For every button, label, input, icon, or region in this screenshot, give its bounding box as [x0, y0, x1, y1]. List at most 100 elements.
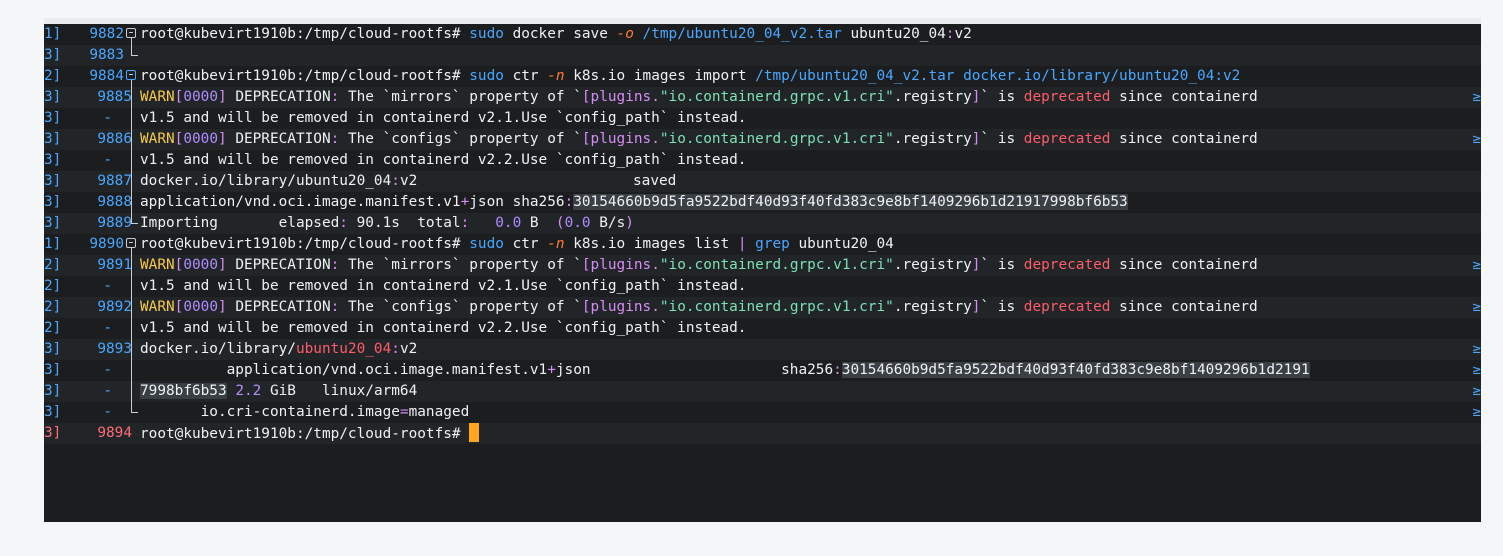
fold-guide — [124, 150, 140, 171]
line-number: - — [103, 404, 112, 420]
wrap-indicator-icon: ≥ — [1472, 131, 1481, 147]
digest-highlight: 30154660b9d5fa9522bdf40d93f40fd383c9e8bf… — [573, 194, 1128, 210]
gutter: 3] - — [44, 381, 140, 402]
terminal-line: 2] 9891 WARN[0000] DEPRECATION: The `mir… — [44, 255, 1481, 276]
gutter: 1] 9882 — [44, 24, 140, 45]
gutter: 3] - — [44, 360, 140, 381]
terminal-line: 2] - v1.5 and will be removed in contain… — [44, 276, 1481, 297]
fold-end-icon — [124, 213, 140, 234]
terminal-line: 3] 9885 WARN[0000] DEPRECATION: The `mir… — [44, 87, 1481, 108]
terminal-line: 1] 9890 root@kubevirt1910b:/tmp/cloud-ro… — [44, 234, 1481, 255]
gutter: 2] 9892 — [44, 297, 140, 318]
buffer-marker: 3] — [44, 215, 62, 231]
terminal-line: 3] 9886 WARN[0000] DEPRECATION: The `con… — [44, 129, 1481, 150]
terminal-line: 3] - application/vnd.oci.image.manifest.… — [44, 360, 1481, 381]
prompt-line[interactable]: root@kubevirt1910b:/tmp/cloud-rootfs# — [140, 423, 480, 445]
terminal-line: 3] 9883 — [44, 45, 1481, 66]
fold-collapse-icon[interactable] — [124, 66, 140, 87]
buffer-marker: 3] — [44, 131, 62, 147]
fold-guide — [124, 192, 140, 213]
wrap-indicator-icon: ≥ — [1472, 299, 1481, 315]
terminal-line: 2] 9892 WARN[0000] DEPRECATION: The `con… — [44, 297, 1481, 318]
warning-continuation: v1.5 and will be removed in containerd v… — [140, 320, 747, 336]
buffer-marker: 2] — [44, 320, 62, 336]
line-number: - — [103, 278, 112, 294]
fold-guide — [124, 381, 140, 402]
text-cursor — [469, 423, 480, 442]
buffer-marker: 3] — [44, 404, 62, 420]
buffer-marker: 3] — [44, 173, 62, 189]
gutter: 2] 9884 — [44, 66, 140, 87]
terminal-window[interactable]: 1] 9882 root@kubevirt1910b:/tmp/cloud-ro… — [44, 24, 1481, 522]
terminal-line: 3] 9893 docker.io/library/ubuntu20_04:v2… — [44, 339, 1481, 360]
terminal-line: 2] 9884 root@kubevirt1910b:/tmp/cloud-ro… — [44, 66, 1481, 87]
buffer-marker: 3] — [44, 152, 62, 168]
buffer-marker: 3] — [44, 383, 62, 399]
buffer-marker: 3] — [44, 425, 62, 441]
gutter: 3] 9887 — [44, 171, 140, 192]
command-line: root@kubevirt1910b:/tmp/cloud-rootfs# su… — [140, 236, 894, 252]
gutter: 3] - — [44, 108, 140, 129]
command-line: root@kubevirt1910b:/tmp/cloud-rootfs# su… — [140, 26, 972, 42]
gutter: 3] 9894 — [44, 423, 140, 444]
warning-line: WARN[0000] DEPRECATION: The `mirrors` pr… — [140, 257, 1258, 273]
output-line: io.cri-containerd.image=managed — [140, 404, 470, 420]
terminal-line: 3] - 7998bf6b53 2.2 GiB linux/arm64 ≥ — [44, 381, 1481, 402]
gutter: 1] 9890 — [44, 234, 140, 255]
fold-end-icon — [124, 45, 140, 66]
warning-continuation: v1.5 and will be removed in containerd v… — [140, 110, 747, 126]
fold-guide — [124, 318, 140, 339]
warning-continuation: v1.5 and will be removed in containerd v… — [140, 278, 747, 294]
wrap-indicator-icon: ≥ — [1472, 257, 1481, 273]
buffer-marker: 3] — [44, 47, 62, 63]
warning-line: WARN[0000] DEPRECATION: The `configs` pr… — [140, 299, 1258, 315]
fold-guide — [124, 171, 140, 192]
gutter: 3] 9888 — [44, 192, 140, 213]
digest-highlight: 7998bf6b53 — [140, 383, 227, 399]
output-line: 7998bf6b53 2.2 GiB linux/arm64 — [140, 383, 418, 399]
terminal-line: 3] 9889 Importing elapsed: 90.1s total: … — [44, 213, 1481, 234]
fold-collapse-icon[interactable] — [124, 24, 140, 45]
gutter: 3] 9883 — [44, 45, 140, 66]
fold-guide — [124, 108, 140, 129]
warning-line: WARN[0000] DEPRECATION: The `configs` pr… — [140, 131, 1258, 147]
gutter: 3] 9885 — [44, 87, 140, 108]
line-number: 9883 — [89, 47, 124, 63]
warning-continuation: v1.5 and will be removed in containerd v… — [140, 152, 747, 168]
line-number: - — [103, 152, 112, 168]
gutter: 3] 9893 — [44, 339, 140, 360]
fold-guide — [124, 297, 140, 318]
gutter: 2] 9891 — [44, 255, 140, 276]
terminal-line: 3] - v1.5 and will be removed in contain… — [44, 150, 1481, 171]
output-line: application/vnd.oci.image.manifest.v1+js… — [140, 362, 1310, 378]
buffer-marker: 2] — [44, 278, 62, 294]
buffer-marker: 3] — [44, 194, 62, 210]
gutter: 3] 9889 — [44, 213, 140, 234]
output-line: application/vnd.oci.image.manifest.v1+js… — [140, 194, 1128, 210]
digest-highlight: 30154660b9d5fa9522bdf40d93f40fd383c9e8bf… — [841, 362, 1310, 378]
gutter: 2] - — [44, 276, 140, 297]
terminal-line: 3] - io.cri-containerd.image=managed ≥ — [44, 402, 1481, 423]
buffer-marker: 3] — [44, 341, 62, 357]
line-number: 9884 — [89, 68, 124, 84]
fold-guide — [124, 339, 140, 360]
wrap-indicator-icon: ≥ — [1472, 362, 1481, 378]
fold-end-icon — [124, 402, 140, 423]
warning-line: WARN[0000] DEPRECATION: The `mirrors` pr… — [140, 89, 1258, 105]
terminal-line: 3] 9894 root@kubevirt1910b:/tmp/cloud-ro… — [44, 423, 1481, 444]
gutter: 3] - — [44, 402, 140, 423]
terminal-line: 3] 9888 application/vnd.oci.image.manife… — [44, 192, 1481, 213]
fold-guide — [124, 87, 140, 108]
buffer-marker: 2] — [44, 257, 62, 273]
gutter: 3] 9886 — [44, 129, 140, 150]
fold-guide — [124, 129, 140, 150]
line-number: 9890 — [89, 236, 124, 252]
buffer-marker: 1] — [44, 26, 62, 42]
fold-guide — [124, 360, 140, 381]
gutter: 3] - — [44, 150, 140, 171]
fold-collapse-icon[interactable] — [124, 234, 140, 255]
terminal-line: 1] 9882 root@kubevirt1910b:/tmp/cloud-ro… — [44, 24, 1481, 45]
fold-guide — [124, 276, 140, 297]
wrap-indicator-icon: ≥ — [1472, 341, 1481, 357]
terminal-line: 3] 9887 docker.io/library/ubuntu20_04:v2… — [44, 171, 1481, 192]
